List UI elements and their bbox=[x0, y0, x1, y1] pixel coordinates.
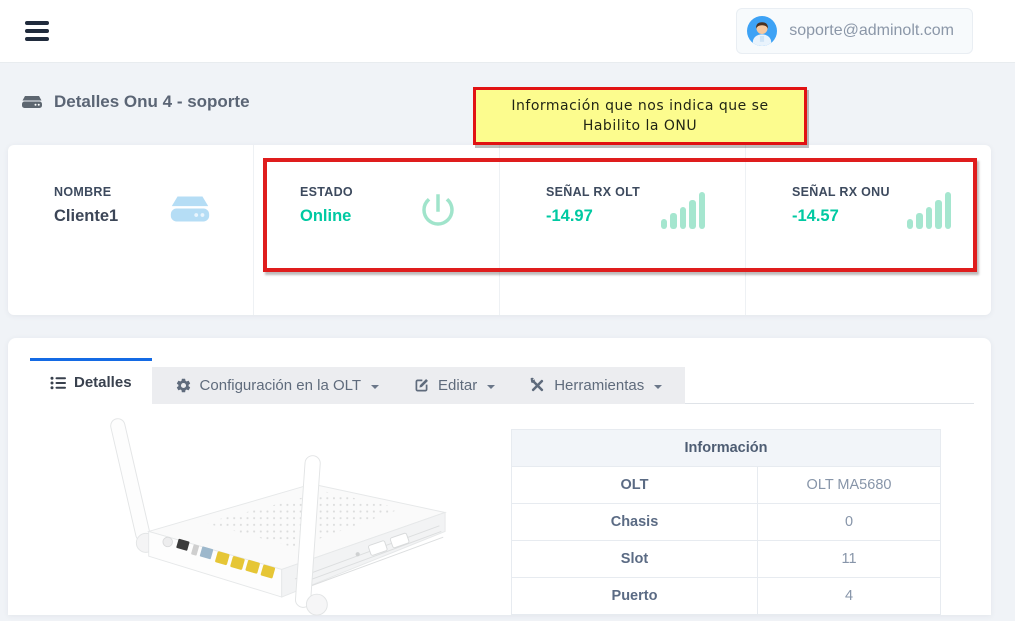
row-olt-label: OLT bbox=[512, 467, 758, 504]
tools-icon bbox=[529, 377, 546, 394]
table-row-slot: Slot 11 bbox=[512, 541, 941, 578]
stat-nombre: NOMBRE Cliente1 bbox=[8, 145, 253, 315]
tab-editar-label: Editar bbox=[438, 377, 477, 394]
chevron-down-icon bbox=[654, 385, 662, 389]
tab-group: Configuración en la OLT Editar bbox=[152, 367, 686, 404]
tab-detalles-label: Detalles bbox=[74, 374, 132, 391]
stat-rx-onu-label: SEÑAL RX ONU bbox=[792, 185, 890, 199]
tab-configuracion-olt[interactable]: Configuración en la OLT bbox=[158, 367, 396, 404]
chevron-down-icon bbox=[371, 385, 379, 389]
tab-herramientas[interactable]: Herramientas bbox=[512, 367, 679, 404]
screen: soporte@adminolt.com Detalles Onu 4 - so… bbox=[0, 0, 1015, 615]
stat-senal-rx-onu: SEÑAL RX ONU -14.57 bbox=[745, 145, 991, 315]
edit-icon bbox=[413, 377, 430, 394]
list-icon bbox=[50, 375, 66, 391]
table-row-puerto: Puerto 4 bbox=[512, 578, 941, 615]
onu-device-icon bbox=[167, 189, 213, 234]
tab-bar: Detalles Configuración en la OLT bbox=[30, 357, 974, 404]
tab-herramientas-label: Herramientas bbox=[554, 377, 644, 394]
row-puerto-value: 4 bbox=[758, 578, 941, 615]
annotation-line1: Información que nos indica que se bbox=[476, 96, 804, 116]
page-title: Detalles Onu 4 - soporte bbox=[54, 92, 250, 112]
info-table-container: Información OLT OLT MA5680 Chasis 0 bbox=[511, 429, 941, 615]
onu-product-image bbox=[86, 408, 466, 621]
row-chasis-value: 0 bbox=[758, 504, 941, 541]
info-table-title: Información bbox=[512, 430, 941, 467]
info-table: Información OLT OLT MA5680 Chasis 0 bbox=[511, 429, 941, 615]
signal-bars-icon bbox=[661, 191, 706, 229]
signal-bars-icon bbox=[907, 191, 952, 229]
row-slot-label: Slot bbox=[512, 541, 758, 578]
stat-estado-label: ESTADO bbox=[300, 185, 353, 199]
stat-rx-olt-label: SEÑAL RX OLT bbox=[546, 185, 640, 199]
onu-status-card: NOMBRE Cliente1 ESTADO Online bbox=[8, 145, 991, 315]
gear-icon bbox=[175, 377, 192, 394]
onu-device-icon bbox=[20, 92, 44, 112]
tab-content: Información OLT OLT MA5680 Chasis 0 bbox=[8, 404, 991, 621]
menu-toggle-icon[interactable] bbox=[25, 21, 49, 41]
power-icon bbox=[417, 189, 459, 236]
page-header: Detalles Onu 4 - soporte bbox=[20, 92, 250, 112]
row-chasis-label: Chasis bbox=[512, 504, 758, 541]
row-puerto-label: Puerto bbox=[512, 578, 758, 615]
top-navbar: soporte@adminolt.com bbox=[0, 0, 1015, 63]
stat-nombre-value: Cliente1 bbox=[54, 207, 118, 226]
details-panel: Detalles Configuración en la OLT bbox=[8, 338, 991, 615]
stat-senal-rx-olt: SEÑAL RX OLT -14.97 bbox=[499, 145, 745, 315]
annotation-callout: Información que nos indica que se Habili… bbox=[473, 87, 807, 145]
user-menu[interactable]: soporte@adminolt.com bbox=[736, 8, 973, 54]
row-olt-value: OLT MA5680 bbox=[758, 467, 941, 504]
tab-configuracion-label: Configuración en la OLT bbox=[200, 377, 361, 394]
stat-estado: ESTADO Online bbox=[253, 145, 499, 315]
stat-rx-onu-value: -14.57 bbox=[792, 207, 890, 226]
user-avatar bbox=[747, 16, 777, 46]
table-header-row: Información bbox=[512, 430, 941, 467]
chevron-down-icon bbox=[487, 385, 495, 389]
row-slot-value: 11 bbox=[758, 541, 941, 578]
table-row-chasis: Chasis 0 bbox=[512, 504, 941, 541]
stat-estado-value: Online bbox=[300, 207, 353, 226]
tab-detalles[interactable]: Detalles bbox=[30, 358, 152, 404]
annotation-line2: Habilito la ONU bbox=[476, 116, 804, 136]
tab-editar[interactable]: Editar bbox=[396, 367, 512, 404]
table-row-olt: OLT OLT MA5680 bbox=[512, 467, 941, 504]
user-email: soporte@adminolt.com bbox=[789, 22, 954, 40]
stat-rx-olt-value: -14.97 bbox=[546, 207, 640, 226]
stat-nombre-label: NOMBRE bbox=[54, 185, 118, 199]
